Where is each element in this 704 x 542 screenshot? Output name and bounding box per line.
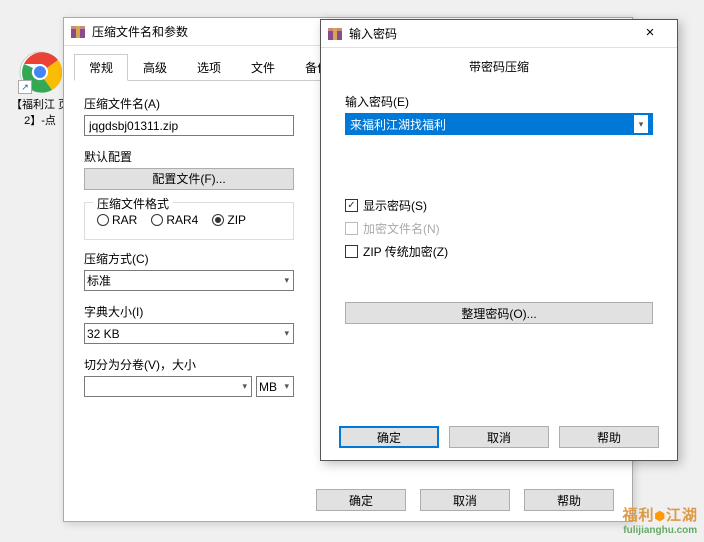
radio-zip[interactable]: ZIP — [212, 213, 246, 227]
checkbox-icon — [345, 199, 358, 212]
zip-legacy-check[interactable]: ZIP 传统加密(Z) — [345, 243, 653, 260]
pwd-help-button[interactable]: 帮助 — [559, 426, 659, 448]
radio-rar4[interactable]: RAR4 — [151, 213, 198, 227]
split-size-input[interactable]: ▾ — [84, 376, 252, 397]
dict-select[interactable]: 32 KB▾ — [84, 323, 294, 344]
method-select[interactable]: 标准▾ — [84, 270, 294, 291]
chevron-down-icon[interactable]: ▾ — [634, 115, 648, 133]
pwd-titlebar[interactable]: 输入密码 × — [321, 20, 677, 48]
chevron-down-icon: ▾ — [284, 275, 289, 286]
tab-general[interactable]: 常规 — [74, 54, 128, 81]
split-unit-select[interactable]: MB▾ — [256, 376, 294, 397]
pwd-button-row: 确定 取消 帮助 — [321, 426, 677, 448]
winrar-icon — [70, 24, 86, 40]
pwd-cancel-button[interactable]: 取消 — [449, 426, 549, 448]
chevron-down-icon: ▾ — [284, 328, 289, 339]
help-button[interactable]: 帮助 — [524, 489, 614, 511]
chrome-icon: ↗ — [18, 50, 62, 94]
checkbox-icon — [345, 222, 358, 235]
cancel-button[interactable]: 取消 — [420, 489, 510, 511]
format-groupbox: 压缩文件格式 RAR RAR4 ZIP — [84, 202, 294, 240]
main-button-row: 确定 取消 帮助 — [316, 489, 614, 511]
watermark: 福利⬢江湖 fulijianghu.com — [622, 504, 698, 536]
winrar-icon — [327, 26, 343, 42]
watermark-text: 福利⬢江湖 — [622, 504, 698, 525]
chevron-down-icon: ▾ — [284, 381, 289, 392]
tab-advanced[interactable]: 高级 — [128, 54, 182, 81]
watermark-url: fulijianghu.com — [622, 525, 698, 536]
enter-pwd-label: 输入密码(E) — [345, 93, 653, 110]
archive-name-input[interactable] — [84, 115, 294, 136]
format-group-title: 压缩文件格式 — [93, 195, 173, 212]
tab-options[interactable]: 选项 — [182, 54, 236, 81]
chevron-down-icon: ▾ — [242, 381, 247, 392]
profile-button[interactable]: 配置文件(F)... — [84, 168, 294, 190]
pwd-ok-button[interactable]: 确定 — [339, 426, 439, 448]
password-dialog: 输入密码 × 带密码压缩 输入密码(E) 来福利江湖找福利 ▾ 显示密码(S) … — [320, 19, 678, 461]
show-password-check[interactable]: 显示密码(S) — [345, 197, 653, 214]
shortcut-arrow-icon: ↗ — [18, 80, 32, 94]
encrypt-names-check: 加密文件名(N) — [345, 220, 653, 237]
close-button[interactable]: × — [629, 21, 671, 47]
radio-rar[interactable]: RAR — [97, 213, 137, 227]
organize-passwords-button[interactable]: 整理密码(O)... — [345, 302, 653, 324]
checkbox-icon — [345, 245, 358, 258]
pwd-title: 输入密码 — [349, 25, 629, 42]
tab-files[interactable]: 文件 — [236, 54, 290, 81]
pwd-subtitle: 带密码压缩 — [321, 48, 677, 85]
ok-button[interactable]: 确定 — [316, 489, 406, 511]
password-input[interactable]: 来福利江湖找福利 ▾ — [345, 113, 653, 135]
